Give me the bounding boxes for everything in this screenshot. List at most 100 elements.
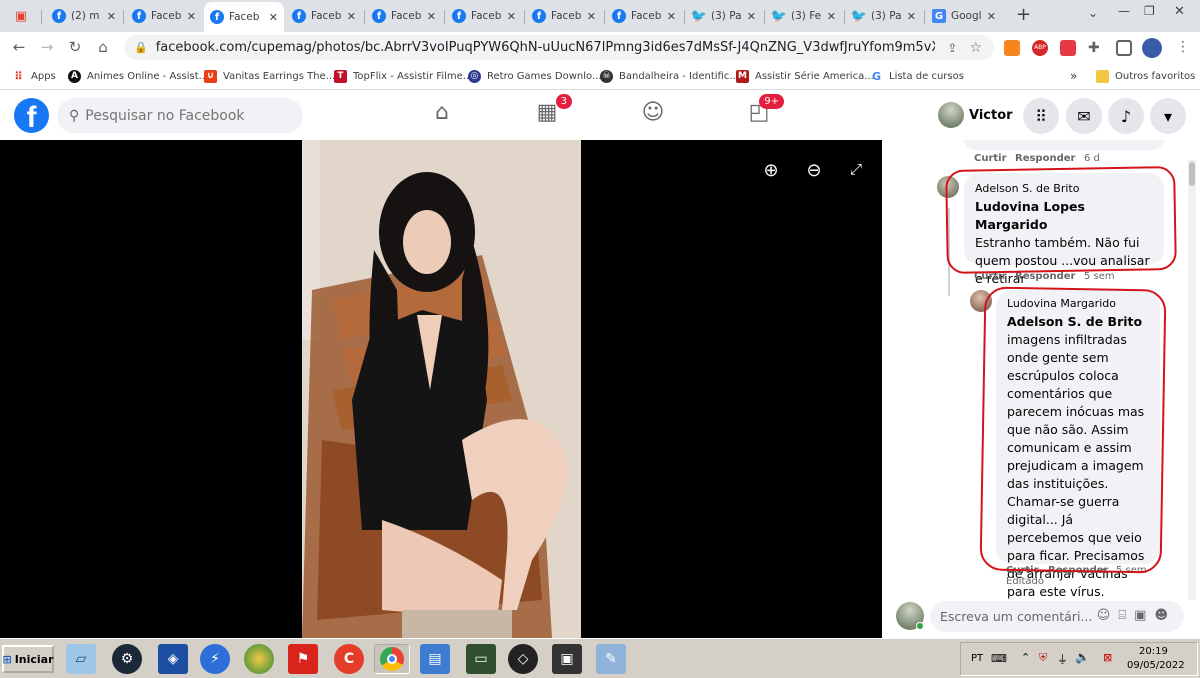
unity-icon[interactable]: ◇ (508, 644, 538, 674)
bookmark-vanitas[interactable]: ∪ Vanitas Earrings The... (204, 68, 335, 84)
bookmark-topflix[interactable]: T TopFlix - Assistir Filme... (334, 68, 472, 84)
bookmark-apps[interactable]: ⠿ Apps (12, 68, 56, 84)
tab-9[interactable]: 🐦 (3) Fe ✕ (766, 4, 842, 28)
reload-icon[interactable]: ↻ (66, 38, 84, 56)
tab-pinned[interactable]: ▣ (8, 4, 38, 28)
adblock-icon[interactable]: ABP (1032, 40, 1048, 56)
zoom-in-icon[interactable]: ⊕ (760, 160, 782, 181)
bookmark-cursos[interactable]: G Lista de cursos (870, 68, 964, 84)
close-tab-icon[interactable]: ✕ (987, 10, 996, 23)
bookmark-retro-games[interactable]: ◎ Retro Games Downlo... (468, 68, 602, 84)
tab-3[interactable]: f Faceb ✕ (286, 4, 362, 28)
extension-red-icon[interactable] (1060, 40, 1076, 56)
close-tab-icon[interactable]: ✕ (907, 10, 916, 23)
notifications-bell-icon[interactable]: ♪ (1108, 98, 1144, 134)
tab-7[interactable]: f Faceb ✕ (606, 4, 682, 28)
emoji-icon[interactable]: ☺ (1097, 608, 1119, 623)
extensions-puzzle-icon[interactable]: ✚ (1088, 40, 1104, 56)
close-tab-icon[interactable]: ✕ (827, 10, 836, 23)
tab-10[interactable]: 🐦 (3) Pa ✕ (846, 4, 922, 28)
minimize-icon[interactable]: — (1118, 4, 1130, 18)
clock-date[interactable]: 09/05/2022 (1127, 660, 1185, 671)
top-like-link[interactable]: Curtir (974, 153, 1007, 164)
facebook-search[interactable]: ⚲ (57, 98, 303, 133)
steam-icon[interactable]: ⚙ (112, 644, 142, 674)
bookmark-star-icon[interactable]: ☆ (969, 40, 982, 56)
tab-0[interactable]: f (2) m ✕ (46, 4, 122, 28)
profile-button[interactable]: Victor (938, 102, 1013, 128)
tab-4[interactable]: f Faceb ✕ (366, 4, 442, 28)
search-input[interactable] (85, 107, 286, 124)
account-dropdown-icon[interactable]: ▾ (1150, 98, 1186, 134)
bookmark-serie[interactable]: M Assistir Série America... (736, 68, 874, 84)
scrollbar[interactable] (1188, 160, 1196, 600)
bookmark-other-favorites[interactable]: Outros favoritos (1096, 68, 1195, 84)
close-tab-icon[interactable]: ✕ (107, 10, 116, 23)
fullscreen-icon[interactable]: ⤢ (845, 160, 867, 178)
app-blue-cube-icon[interactable]: ◈ (158, 644, 188, 674)
nav-home-icon[interactable]: ⌂ (427, 100, 457, 130)
home-icon[interactable]: ⌂ (94, 38, 112, 56)
keyboard-icon[interactable]: ⌨ (991, 652, 1007, 665)
chrome-taskbar-icon[interactable] (374, 644, 410, 674)
tab-search-icon[interactable]: ⌄ (1088, 6, 1098, 20)
tab-1[interactable]: f Faceb ✕ (126, 4, 202, 28)
close-tab-icon[interactable]: ✕ (747, 10, 756, 23)
menu-grid-icon[interactable]: ⠿ (1023, 98, 1059, 134)
tab-8[interactable]: 🐦 (3) Pa ✕ (686, 4, 762, 28)
clock-time[interactable]: 20:19 (1139, 646, 1168, 657)
nav-marketplace-icon[interactable]: ▦ 3 (532, 94, 572, 130)
close-tab-icon[interactable]: ✕ (347, 10, 356, 23)
pdf-reader-icon[interactable]: ⚑ (288, 644, 318, 674)
close-tab-icon[interactable]: ✕ (269, 11, 278, 24)
profile-avatar-icon[interactable] (1142, 38, 1162, 58)
forward-icon[interactable]: → (38, 38, 56, 56)
metamask-icon[interactable] (1004, 40, 1020, 56)
language-indicator[interactable]: PT (971, 653, 983, 664)
scrollbar-thumb[interactable] (1189, 162, 1195, 186)
start-button[interactable]: ⊞ Iniciar (2, 645, 54, 673)
camera-icon[interactable]: ⌸ (1118, 608, 1134, 623)
close-tab-icon[interactable]: ✕ (427, 10, 436, 23)
comment-input[interactable]: Escreva um comentári... ☺⌸▣☻ (930, 601, 1184, 632)
close-tab-icon[interactable]: ✕ (587, 10, 596, 23)
restore-icon[interactable]: ❐ (1144, 4, 1155, 18)
side-panel-icon[interactable] (1116, 40, 1132, 56)
zoom-out-icon[interactable]: ⊖ (803, 160, 825, 181)
tray-expand-icon[interactable]: ⌃ (1021, 651, 1030, 664)
close-tab-icon[interactable]: ✕ (187, 10, 196, 23)
ccleaner-icon[interactable]: C (334, 644, 364, 674)
address-bar[interactable]: 🔒 facebook.com/cupemag/photos/bc.AbrrV3v… (124, 35, 994, 60)
nav-gaming-icon[interactable]: ◰ 9+ (744, 94, 784, 130)
top-reply-link[interactable]: Responder (1015, 153, 1075, 164)
tab-5[interactable]: f Faceb ✕ (446, 4, 522, 28)
close-window-icon[interactable]: ✕ (1174, 4, 1185, 19)
messenger-icon[interactable]: ✉ (1066, 98, 1102, 134)
tab-6[interactable]: f Faceb ✕ (526, 4, 602, 28)
tab-11[interactable]: G Googl ✕ (926, 4, 1002, 28)
nav-groups-icon[interactable]: ☺ (638, 100, 668, 130)
show-desktop-icon[interactable]: ▱ (66, 644, 96, 674)
app-dark-icon[interactable]: ▣ (552, 644, 582, 674)
tab-2-active[interactable]: f Faceb ✕ (204, 2, 284, 32)
sticker-icon[interactable]: ☻ (1154, 608, 1176, 623)
paint-icon[interactable]: ✎ (596, 644, 626, 674)
share-icon[interactable]: ⇪ (947, 41, 957, 55)
control-panel-icon[interactable]: ▤ (420, 644, 450, 674)
bookmark-bandalheira[interactable]: ☠ Bandalheira - Identific... (600, 68, 739, 84)
security-shield-icon[interactable]: ⛨ (1039, 651, 1047, 665)
bookmark-animes[interactable]: A Animes Online - Assist... (68, 68, 208, 84)
windows-media-icon[interactable] (244, 644, 274, 674)
network-error-icon[interactable]: ⊠ (1103, 651, 1112, 664)
close-tab-icon[interactable]: ✕ (507, 10, 516, 23)
usb-icon[interactable]: ⏚ (1057, 651, 1068, 667)
bolt-app-icon[interactable]: ⚡ (200, 644, 230, 674)
gif-icon[interactable]: ▣ (1134, 608, 1154, 623)
volume-icon[interactable]: 🔈 (1075, 650, 1090, 664)
terminal-app-icon[interactable]: ▭ (466, 644, 496, 674)
back-icon[interactable]: ← (10, 38, 28, 56)
chrome-menu-icon[interactable]: ⋮ (1176, 39, 1190, 55)
new-tab-button[interactable]: + (1016, 4, 1031, 25)
bookmarks-overflow-chevron[interactable]: » (1070, 68, 1077, 84)
facebook-logo-icon[interactable]: f (14, 98, 49, 133)
